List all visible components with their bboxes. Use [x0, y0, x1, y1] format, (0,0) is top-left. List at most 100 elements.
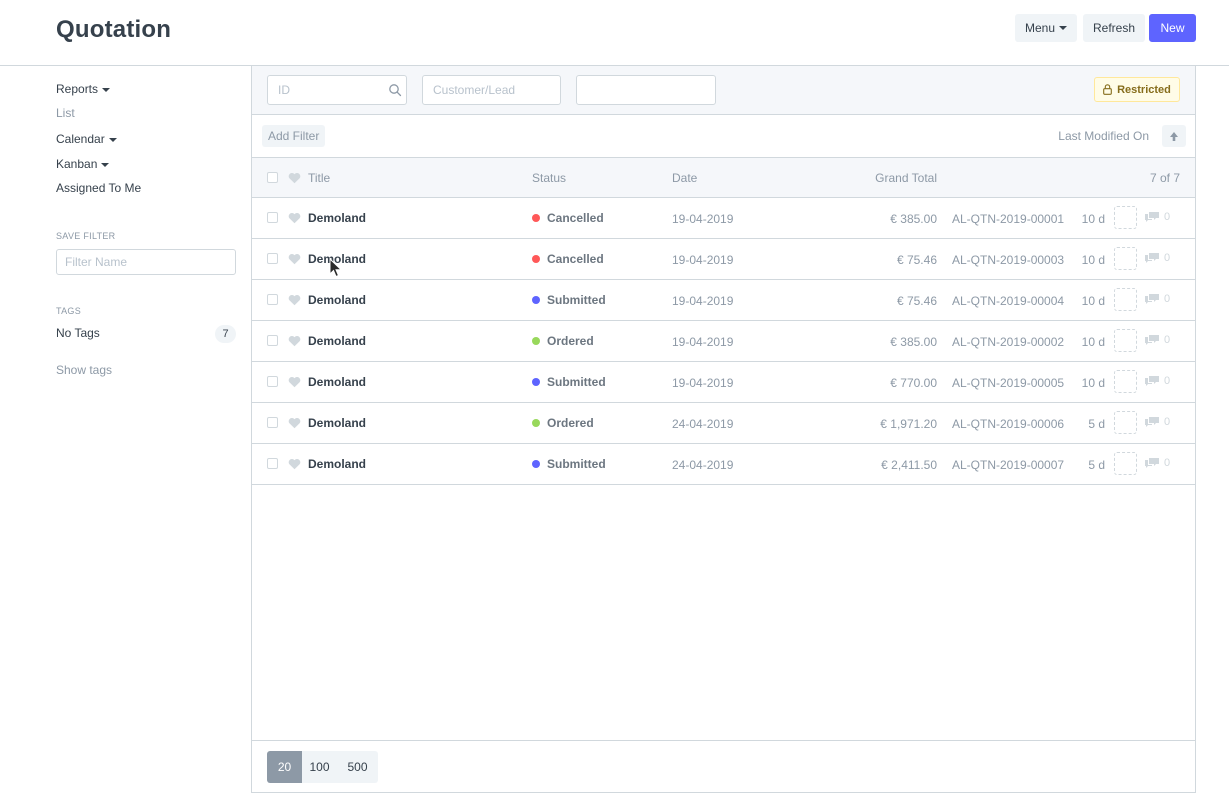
comment-count-value: 0 — [1164, 293, 1171, 305]
sidebar-item-assigned-to-me[interactable]: Assigned To Me — [56, 181, 141, 195]
comment-count[interactable]: 0 — [1144, 416, 1170, 428]
heart-icon[interactable] — [288, 294, 301, 306]
sidebar-item-list[interactable]: List — [56, 106, 75, 120]
assignee-avatar-placeholder[interactable] — [1114, 452, 1137, 475]
heart-icon[interactable] — [288, 172, 301, 184]
comment-count[interactable]: 0 — [1144, 252, 1170, 264]
tag-count-badge: 7 — [215, 325, 236, 343]
comment-count[interactable]: 0 — [1144, 457, 1170, 469]
table-row[interactable]: Demoland Submitted 19-04-2019 € 75.46 AL-QTN… — [252, 280, 1195, 321]
status-dot — [532, 255, 540, 263]
row-document-name[interactable]: AL-QTN-2019-00007 — [952, 458, 1064, 472]
row-checkbox[interactable] — [267, 294, 278, 305]
show-tags-link[interactable]: Show tags — [56, 363, 112, 377]
row-title-link[interactable]: Demoland — [308, 252, 366, 266]
sidebar-item-no-tags[interactable]: No Tags — [56, 326, 100, 340]
row-grand-total: € 385.00 — [890, 335, 937, 349]
sidebar-item-kanban[interactable]: Kanban — [56, 157, 110, 171]
sidebar-item-calendar[interactable]: Calendar — [56, 132, 117, 146]
status-indicator[interactable]: Ordered — [532, 416, 594, 430]
row-title-link[interactable]: Demoland — [308, 375, 366, 389]
assignee-avatar-placeholder[interactable] — [1114, 370, 1137, 393]
tags-heading: TAGS — [56, 306, 82, 316]
heart-icon[interactable] — [288, 458, 301, 470]
restricted-badge[interactable]: Restricted — [1094, 77, 1180, 102]
comment-count-value: 0 — [1164, 375, 1171, 387]
status-indicator[interactable]: Submitted — [532, 457, 606, 471]
heart-icon[interactable] — [288, 253, 301, 265]
third-filter-input[interactable] — [576, 75, 716, 105]
customer-lead-filter-input[interactable] — [422, 75, 561, 105]
row-checkbox[interactable] — [267, 376, 278, 387]
status-indicator[interactable]: Cancelled — [532, 252, 604, 266]
heart-icon[interactable] — [288, 376, 301, 388]
add-filter-button[interactable]: Add Filter — [262, 125, 326, 147]
status-indicator[interactable]: Cancelled — [532, 211, 604, 225]
refresh-button[interactable]: Refresh — [1083, 14, 1145, 42]
table-row[interactable]: Demoland Cancelled 19-04-2019 € 75.46 AL-QTN… — [252, 239, 1195, 280]
row-document-name[interactable]: AL-QTN-2019-00001 — [952, 212, 1064, 226]
row-title-link[interactable]: Demoland — [308, 293, 366, 307]
status-dot — [532, 460, 540, 468]
row-title-link[interactable]: Demoland — [308, 416, 366, 430]
assignee-avatar-placeholder[interactable] — [1114, 247, 1137, 270]
row-checkbox[interactable] — [267, 212, 278, 223]
assignee-avatar-placeholder[interactable] — [1114, 411, 1137, 434]
row-checkbox[interactable] — [267, 417, 278, 428]
table-row[interactable]: Demoland Ordered 24-04-2019 € 1,971.20 AL-QT… — [252, 403, 1195, 444]
row-document-name[interactable]: AL-QTN-2019-00006 — [952, 417, 1064, 431]
row-document-name[interactable]: AL-QTN-2019-00003 — [952, 253, 1064, 267]
row-title-link[interactable]: Demoland — [308, 457, 366, 471]
row-date: 19-04-2019 — [672, 376, 734, 390]
sort-order-button[interactable] — [1162, 125, 1186, 147]
heart-icon[interactable] — [288, 212, 301, 224]
heart-icon[interactable] — [288, 417, 301, 429]
status-dot — [532, 337, 540, 345]
id-filter-input[interactable] — [267, 75, 407, 105]
table-row[interactable]: Demoland Ordered 19-04-2019 € 385.00 AL-QTN-… — [252, 321, 1195, 362]
new-button[interactable]: New — [1149, 14, 1196, 42]
select-all-checkbox[interactable] — [267, 172, 278, 183]
row-document-name[interactable]: AL-QTN-2019-00005 — [952, 376, 1064, 390]
page-header: Quotation Menu Refresh New — [0, 0, 1229, 66]
status-indicator[interactable]: Submitted — [532, 293, 606, 307]
list-panel: Restricted Add Filter Last Modified On T… — [251, 66, 1196, 793]
row-document-name[interactable]: AL-QTN-2019-00004 — [952, 294, 1064, 308]
row-document-name[interactable]: AL-QTN-2019-00002 — [952, 335, 1064, 349]
heart-icon[interactable] — [288, 335, 301, 347]
row-checkbox[interactable] — [267, 335, 278, 346]
comment-count[interactable]: 0 — [1144, 211, 1170, 223]
sidebar-item-label: Calendar — [56, 132, 105, 146]
comment-count[interactable]: 0 — [1144, 375, 1170, 387]
row-checkbox[interactable] — [267, 253, 278, 264]
row-title-link[interactable]: Demoland — [308, 334, 366, 348]
table-row[interactable]: Demoland Submitted 24-04-2019 € 2,411.50 AL-… — [252, 444, 1195, 485]
row-modified: 10 d — [1081, 335, 1105, 349]
row-modified: 10 d — [1081, 253, 1105, 267]
row-date: 24-04-2019 — [672, 417, 734, 431]
row-title-link[interactable]: Demoland — [308, 211, 366, 225]
status-label: Cancelled — [547, 252, 604, 266]
status-dot — [532, 419, 540, 427]
page-length-500-button[interactable]: 500 — [337, 751, 378, 783]
table-row[interactable]: Demoland Cancelled 19-04-2019 € 385.00 AL-QT… — [252, 198, 1195, 239]
menu-button[interactable]: Menu — [1015, 14, 1077, 42]
status-label: Cancelled — [547, 211, 604, 225]
comment-count[interactable]: 0 — [1144, 334, 1170, 346]
sidebar-item-reports[interactable]: Reports — [56, 82, 111, 96]
comment-count-value: 0 — [1164, 457, 1171, 469]
assignee-avatar-placeholder[interactable] — [1114, 206, 1137, 229]
row-checkbox[interactable] — [267, 458, 278, 469]
assignee-avatar-placeholder[interactable] — [1114, 329, 1137, 352]
comment-icon — [1145, 335, 1159, 345]
page-length-100-button[interactable]: 100 — [302, 751, 337, 783]
filter-name-input[interactable] — [56, 249, 236, 275]
status-indicator[interactable]: Submitted — [532, 375, 606, 389]
sort-by-selector[interactable]: Last Modified On — [1058, 129, 1149, 143]
sort-ascending-icon — [1170, 131, 1178, 141]
assignee-avatar-placeholder[interactable] — [1114, 288, 1137, 311]
table-row[interactable]: Demoland Submitted 19-04-2019 € 770.00 AL-QT… — [252, 362, 1195, 403]
comment-count[interactable]: 0 — [1144, 293, 1170, 305]
page-length-20-button[interactable]: 20 — [267, 751, 302, 783]
status-indicator[interactable]: Ordered — [532, 334, 594, 348]
